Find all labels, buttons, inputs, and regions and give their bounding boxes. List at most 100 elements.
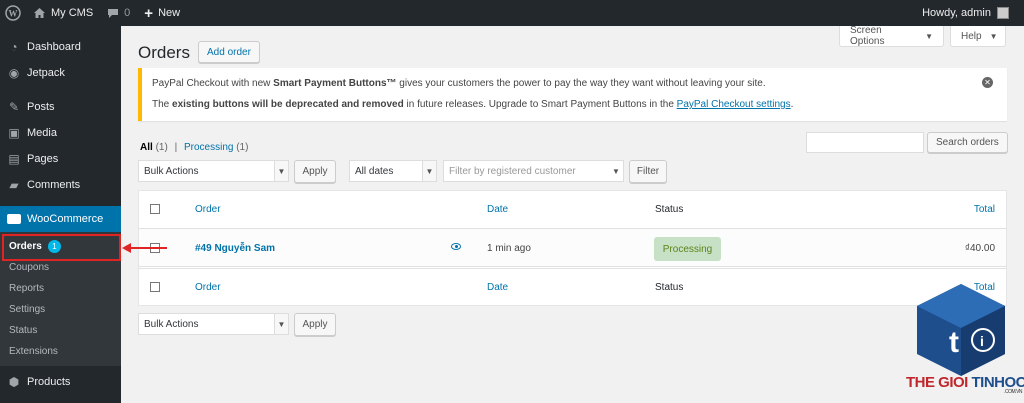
caret-down-icon: ▼ — [989, 31, 998, 41]
filter-all-count: (1) — [155, 142, 168, 153]
select-all-checkbox-footer[interactable] — [150, 282, 160, 292]
new-content-link[interactable]: + New — [137, 0, 187, 26]
filter-separator: | — [174, 142, 178, 153]
sidebar-item-woocommerce[interactable]: WooCommerce — [0, 206, 121, 232]
column-header-order[interactable]: Order — [195, 204, 221, 215]
table-footer-row: Order Date Status Total — [139, 268, 1006, 306]
page-title: Orders — [138, 43, 190, 62]
sidebar-item-products[interactable]: ⬢ Products — [0, 369, 121, 395]
sidebar-item-label: WooCommerce — [27, 213, 104, 225]
filter-processing-link[interactable]: Processing — [184, 142, 233, 153]
column-header-date[interactable]: Date — [487, 204, 508, 215]
admin-sidebar: ◔ Dashboard ◉ Jetpack ✎ Posts ▣ Media ▤ … — [0, 26, 121, 403]
admin-bar: W My CMS 0 + New Howdy, admin — [0, 0, 1024, 26]
sidebar-item-label: Comments — [27, 179, 81, 191]
notice-text: gives your customers the power to pay th… — [396, 78, 766, 89]
comments-link[interactable]: 0 — [100, 0, 137, 26]
filter-all-link[interactable]: All — [140, 142, 153, 153]
column-footer-date[interactable]: Date — [487, 282, 508, 293]
comment-icon: ▰ — [9, 178, 19, 192]
sidebar-item-dashboard[interactable]: ◔ Dashboard — [0, 34, 121, 60]
bulk-actions-value: Bulk Actions — [144, 318, 199, 330]
submenu-item-extensions[interactable]: Extensions — [0, 341, 121, 362]
watermark-part-1: THE GIOI — [906, 374, 972, 391]
comments-count: 0 — [124, 7, 131, 19]
submenu-item-settings[interactable]: Settings — [0, 299, 121, 320]
sidebar-item-label: Pages — [27, 153, 59, 165]
order-link[interactable]: #49 Nguyễn Sam — [195, 243, 275, 254]
bulk-actions-select-top[interactable]: Bulk Actions ▼ — [138, 160, 289, 182]
wordpress-logo-icon[interactable]: W — [0, 0, 26, 26]
order-date: 1 min ago — [487, 243, 531, 254]
date-filter-value: All dates — [355, 165, 394, 177]
submenu-item-label: Reports — [9, 283, 45, 294]
orders-table: Order Date Status Total #49 Nguyễn Sam 1… — [138, 190, 1007, 306]
chevron-down-icon: ▼ — [274, 314, 288, 334]
sidebar-item-jetpack[interactable]: ◉ Jetpack — [0, 60, 121, 86]
submenu-item-reports[interactable]: Reports — [0, 278, 121, 299]
sidebar-item-pages[interactable]: ▤ Pages — [0, 146, 121, 172]
svg-text:t: t — [949, 326, 959, 359]
sidebar-item-media[interactable]: ▣ Media — [0, 120, 121, 146]
plus-icon: + — [144, 4, 154, 22]
sidebar-item-label: Products — [27, 376, 71, 388]
sidebar-item-label: Media — [27, 127, 57, 139]
notice-text: PayPal Checkout with new — [152, 78, 274, 89]
bulk-actions-select-bottom[interactable]: Bulk Actions ▼ — [138, 313, 289, 335]
eye-preview-icon[interactable] — [451, 243, 461, 250]
notice-text: in future releases. Upgrade to Smart Pay… — [403, 99, 677, 110]
column-header-total[interactable]: Total — [974, 204, 995, 215]
apply-button-bottom[interactable]: Apply — [294, 313, 336, 336]
paypal-notice: PayPal Checkout with new Smart Payment B… — [138, 68, 1007, 121]
dashboard-icon: ◔ — [10, 40, 18, 54]
sidebar-item-label: Posts — [27, 101, 55, 113]
submenu-item-label: Coupons — [9, 262, 50, 273]
notice-line-2: The existing buttons will be deprecated … — [152, 98, 997, 112]
caret-down-icon: ▼ — [925, 31, 933, 41]
help-label: Help — [961, 30, 982, 42]
notice-text: . — [790, 99, 794, 110]
svg-text:i: i — [980, 333, 984, 349]
customer-filter-placeholder: Filter by registered customer — [449, 165, 576, 177]
annotation-highlight-box — [2, 234, 121, 261]
screen-options-button[interactable]: Screen Options ▼ — [839, 25, 944, 47]
watermark-domain: .COM.VN — [1004, 389, 1023, 395]
filter-processing-count: (1) — [236, 142, 249, 153]
my-account-link[interactable]: Howdy, admin — [915, 0, 1016, 26]
date-filter-select[interactable]: All dates ▼ — [349, 160, 437, 182]
sidebar-item-comments[interactable]: ▰ Comments — [0, 172, 121, 198]
submenu-item-status[interactable]: Status — [0, 320, 121, 341]
home-icon — [34, 8, 45, 18]
main-content: Screen Options ▼ Help ▼ Orders Add order… — [121, 25, 1024, 403]
apply-button-top[interactable]: Apply — [294, 160, 336, 183]
search-input[interactable] — [806, 132, 924, 153]
bulk-actions-value: Bulk Actions — [144, 165, 199, 177]
add-order-button[interactable]: Add order — [198, 41, 260, 63]
notice-bold-text: Smart Payment Buttons™ — [273, 78, 397, 89]
status-filter-links: All (1) | Processing (1) — [140, 142, 248, 153]
sidebar-item-posts[interactable]: ✎ Posts — [0, 94, 121, 120]
jetpack-icon: ◉ — [8, 66, 20, 80]
column-footer-order[interactable]: Order — [195, 282, 221, 293]
media-icon: ▣ — [8, 126, 20, 140]
table-header-row: Order Date Status Total — [139, 191, 1006, 229]
status-badge: Processing — [654, 237, 721, 261]
paypal-settings-link[interactable]: PayPal Checkout settings — [677, 99, 791, 110]
svg-text:W: W — [9, 9, 18, 19]
site-name-link[interactable]: My CMS — [26, 0, 100, 26]
woocommerce-icon — [6, 214, 22, 224]
cube-logo-icon: t i — [917, 284, 1005, 376]
filter-button[interactable]: Filter — [629, 160, 667, 183]
annotation-arrow-head — [122, 243, 131, 253]
table-row[interactable]: #49 Nguyễn Sam 1 min ago Processing ₫40.… — [139, 229, 1006, 267]
screen-options-label: Screen Options — [850, 25, 885, 47]
comment-bubble-icon — [108, 8, 119, 18]
column-header-status: Status — [655, 204, 684, 215]
new-label: New — [158, 7, 181, 19]
dismiss-icon[interactable]: ✕ — [982, 77, 993, 88]
select-all-checkbox[interactable] — [150, 204, 160, 214]
search-orders-button[interactable]: Search orders — [927, 132, 1008, 153]
products-icon: ⬢ — [8, 375, 20, 389]
customer-filter-select[interactable]: Filter by registered customer ▼ — [443, 160, 624, 182]
help-button[interactable]: Help ▼ — [950, 26, 1006, 47]
